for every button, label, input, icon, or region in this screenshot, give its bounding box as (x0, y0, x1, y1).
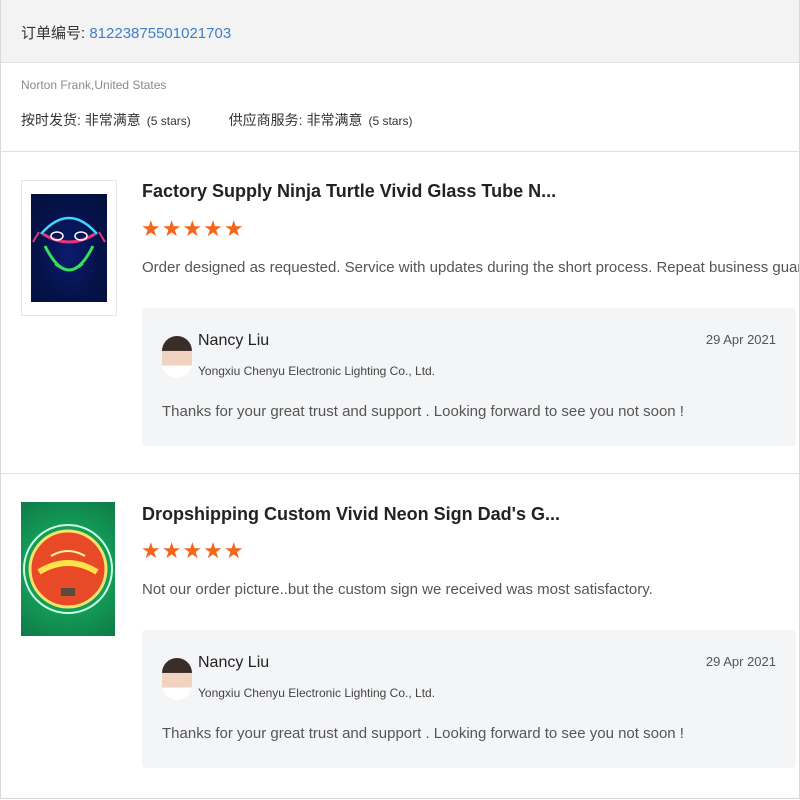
neon-turtle-graphic (32, 216, 106, 272)
order-number-row: 订单编号: 81223875501021703 (21, 22, 231, 43)
replier-name: Nancy Liu (198, 332, 270, 349)
buyer-name-location: Norton Frank,United States (21, 78, 167, 92)
product-thumbnail[interactable] (21, 180, 117, 316)
avatar (162, 658, 192, 700)
rating-note: (5 stars) (146, 114, 191, 128)
replier-name: Nancy Liu (198, 654, 270, 671)
reply-date: 29 Apr 2021 (705, 654, 776, 669)
neon-garage-graphic (23, 524, 113, 614)
reply-text: Thanks for your great trust and support … (162, 725, 684, 742)
review-item: Factory Supply Ninja Turtle Vivid Glass … (1, 152, 799, 472)
product-title-link[interactable]: Factory Supply Ninja Turtle Vivid Glass … (142, 181, 556, 202)
replier-company: Yongxiu Chenyu Electronic Lighting Co., … (198, 686, 436, 700)
review-stars: ★★★★★ (141, 538, 245, 563)
supplier-reply: Nancy Liu Yongxiu Chenyu Electronic Ligh… (142, 308, 796, 446)
order-number-link[interactable]: 81223875501021703 (89, 25, 231, 42)
order-header: 订单编号: 81223875501021703 (1, 0, 799, 63)
reply-date: 29 Apr 2021 (705, 332, 776, 347)
product-title-link[interactable]: Dropshipping Custom Vivid Neon Sign Dad'… (142, 504, 560, 525)
feedback-card: 订单编号: 81223875501021703 Norton Frank,Uni… (0, 0, 800, 799)
review-comment: Order designed as requested. Service wit… (142, 259, 800, 276)
avatar (162, 336, 192, 378)
rating-label: 供应商服务: 非常满意 (228, 112, 363, 128)
reply-text: Thanks for your great trust and support … (162, 403, 684, 420)
supplier-reply: Nancy Liu Yongxiu Chenyu Electronic Ligh… (142, 630, 796, 768)
review-comment: Not our order picture..but the custom si… (142, 581, 653, 598)
seller-ratings: 按时发货: 非常满意 (5 stars) 供应商服务: 非常满意 (5 stars) (21, 110, 446, 130)
rating-note: (5 stars) (368, 114, 413, 128)
rating-on-time-delivery: 按时发货: 非常满意 (5 stars) (21, 110, 191, 130)
product-thumbnail[interactable] (21, 502, 115, 636)
product-image-ninja-turtle (31, 194, 107, 302)
review-item: Dropshipping Custom Vivid Neon Sign Dad'… (1, 474, 799, 794)
order-number-label: 订单编号: (21, 25, 90, 42)
product-image-dads-garage (21, 502, 115, 636)
review-stars: ★★★★★ (141, 216, 245, 241)
rating-supplier-service: 供应商服务: 非常满意 (5 stars) (229, 110, 413, 130)
rating-label: 按时发货: 非常满意 (21, 112, 141, 128)
replier-company: Yongxiu Chenyu Electronic Lighting Co., … (198, 364, 436, 378)
